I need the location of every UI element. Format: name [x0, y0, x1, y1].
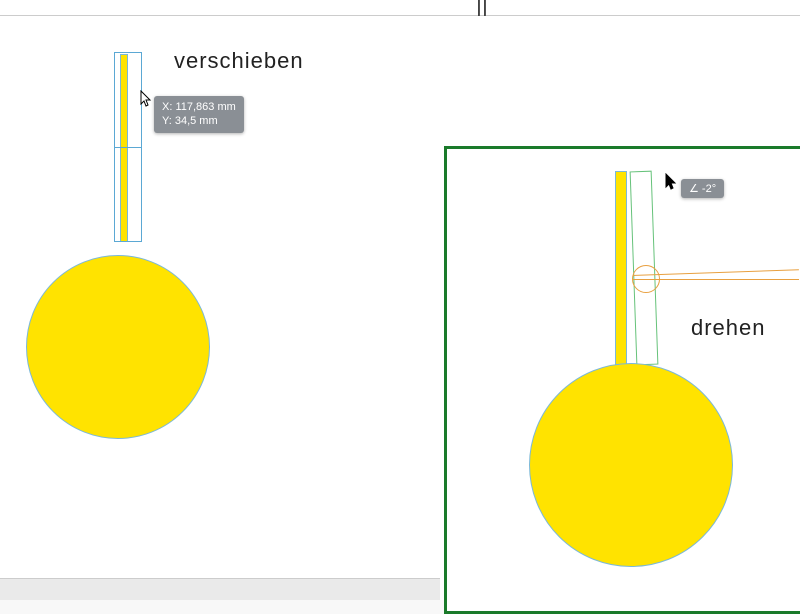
ruler-horizontal[interactable] [0, 0, 800, 16]
tooltip-coordinates: X: 117,863 mm Y: 34,5 mm [154, 96, 244, 133]
tooltip-angle-prefix: ∠ [689, 183, 702, 195]
canvas-area[interactable]: verschieben X: 117,863 mm Y: 34,5 mm ∠ -… [0, 16, 800, 600]
inset-panel: ∠ -2° drehen [444, 146, 800, 614]
selection-outline[interactable] [114, 52, 142, 242]
label-verschieben: verschieben [174, 48, 304, 74]
status-bar [0, 578, 440, 600]
yellow-circle-right[interactable] [529, 363, 733, 567]
cursor-arrow-icon [665, 173, 679, 196]
tooltip-angle: ∠ -2° [681, 179, 724, 198]
tooltip-y-prefix: Y: [162, 115, 175, 127]
tooltip-angle-value: -2° [702, 183, 716, 195]
label-drehen: drehen [691, 315, 766, 341]
cursor-arrow-icon [140, 90, 154, 113]
yellow-circle-left[interactable] [26, 255, 210, 439]
tooltip-y-value: 34,5 mm [175, 115, 218, 127]
tooltip-x-prefix: X: [162, 101, 175, 113]
rotation-axis-line [633, 279, 799, 280]
tooltip-x-value: 117,863 mm [175, 101, 235, 113]
yellow-rectangle-right[interactable] [615, 171, 627, 365]
